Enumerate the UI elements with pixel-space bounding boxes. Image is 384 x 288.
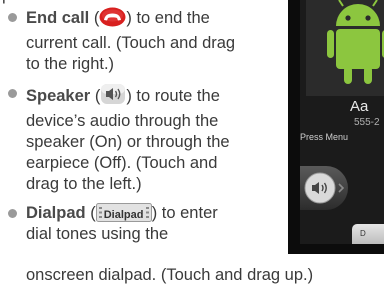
contact-photo	[306, 0, 384, 96]
speaker-button[interactable]	[300, 166, 348, 210]
caller-name: Aa	[350, 98, 369, 115]
dialpad-tab[interactable]: D	[352, 224, 384, 244]
list-item-speaker: Speaker ( ) to route the device’s audio …	[6, 83, 288, 195]
android-avatar-icon	[306, 0, 384, 96]
term-speaker: Speaker	[26, 87, 91, 105]
list-item-dialpad: Dialpad ( Dialpad ) to enter dial tones …	[6, 203, 288, 245]
end-call-icon	[99, 7, 126, 33]
phone-screenshot: Aa 555-2 Press Menu D	[288, 0, 384, 254]
term-dialpad: Dialpad	[26, 204, 86, 222]
press-menu-hint: Press Menu	[300, 132, 349, 142]
list-item-end-call: End call ( ) to end the current call. (T…	[6, 7, 288, 75]
bullet-dot	[8, 13, 17, 22]
bullet-list: End call ( ) to end the current call. (T…	[6, 0, 288, 245]
dialpad-description-continued: onscreen dialpad. (Touch and drag up.)	[26, 266, 314, 284]
dialpad-icon: Dialpad	[95, 203, 152, 222]
incall-screen: Aa 555-2 Press Menu D	[300, 0, 384, 244]
dialpad-tab-label: D	[360, 229, 366, 238]
speaker-icon	[304, 172, 345, 204]
speaker-icon	[100, 83, 126, 111]
bullet-dot	[8, 209, 17, 218]
term-end-call: End call	[26, 9, 90, 27]
bullet-dot	[8, 89, 17, 98]
caller-number: 555-2	[354, 117, 380, 128]
